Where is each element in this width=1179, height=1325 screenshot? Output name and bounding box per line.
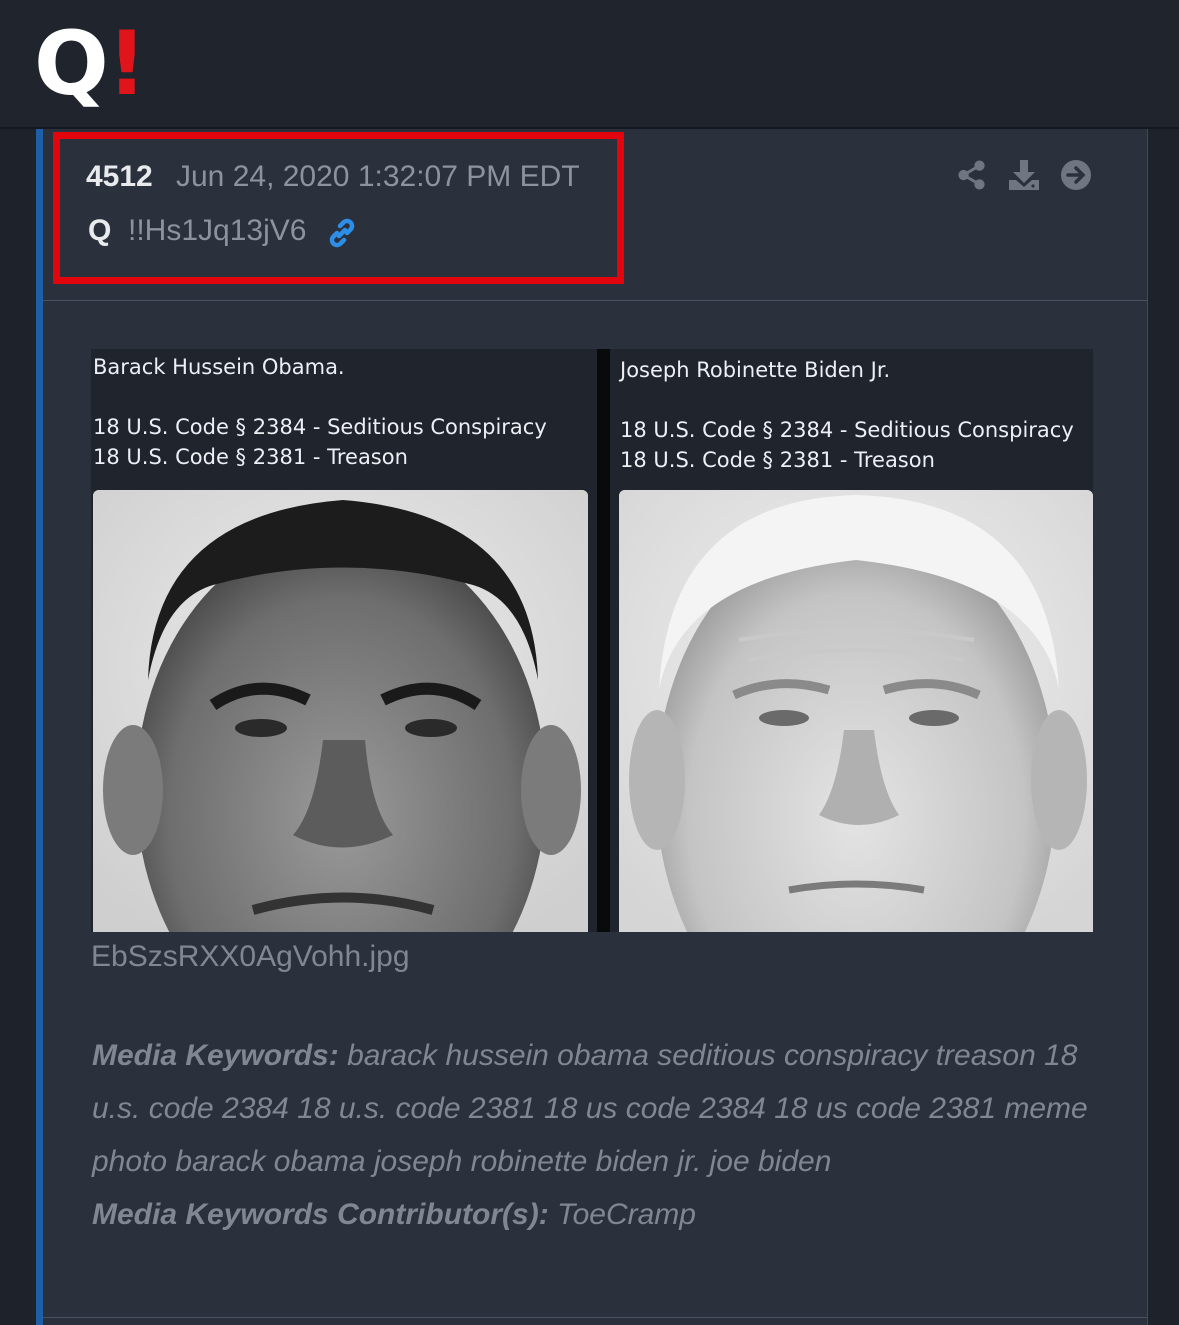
panel-caption: Joseph Robinette Biden Jr. 18 U.S. Code … bbox=[610, 349, 1093, 491]
image-panel-right: Joseph Robinette Biden Jr. 18 U.S. Code … bbox=[610, 349, 1093, 932]
portrait-photo bbox=[93, 490, 588, 932]
top-bar: Q ! bbox=[0, 0, 1179, 129]
contributor-label: Media Keywords Contributor(s): bbox=[92, 1198, 549, 1231]
highlight-annotation bbox=[53, 132, 624, 284]
media-keywords: Media Keywords: barack hussein obama sed… bbox=[92, 1029, 1092, 1241]
post-number[interactable]: 4512 bbox=[86, 160, 153, 194]
post-image[interactable]: Barack Hussein Obama. 18 U.S. Code § 238… bbox=[91, 349, 1093, 932]
link-icon[interactable] bbox=[324, 215, 360, 251]
post-actions bbox=[956, 158, 1092, 192]
post-header: 4512 Jun 24, 2020 1:32:07 PM EDT Q !!Hs1… bbox=[43, 129, 1147, 301]
post-timestamp: Jun 24, 2020 1:32:07 PM EDT bbox=[176, 160, 580, 193]
caption-code-line: 18 U.S. Code § 2381 - Treason bbox=[620, 448, 935, 472]
share-icon[interactable] bbox=[956, 158, 988, 192]
post-divider bbox=[43, 1317, 1147, 1318]
panel-caption: Barack Hussein Obama. 18 U.S. Code § 238… bbox=[91, 349, 597, 491]
logo-letter: Q bbox=[34, 12, 109, 115]
post-card: 4512 Jun 24, 2020 1:32:07 PM EDT Q !!Hs1… bbox=[36, 129, 1148, 1325]
image-filename[interactable]: EbSzsRXX0AgVohh.jpg bbox=[91, 940, 410, 974]
post-tripcode: !!Hs1Jq13jV6 bbox=[128, 214, 307, 247]
caption-code-line: 18 U.S. Code § 2384 - Seditious Conspira… bbox=[620, 418, 1074, 442]
caption-code-line: 18 U.S. Code § 2384 - Seditious Conspira… bbox=[93, 415, 547, 439]
keywords-label: Media Keywords: bbox=[92, 1039, 339, 1072]
portrait-photo bbox=[619, 490, 1093, 932]
image-divider bbox=[597, 349, 610, 932]
q-logo[interactable]: Q ! bbox=[34, 14, 147, 114]
post-author: Q bbox=[88, 214, 112, 247]
arrow-right-circle-icon[interactable] bbox=[1060, 158, 1092, 192]
image-panel-left: Barack Hussein Obama. 18 U.S. Code § 238… bbox=[91, 349, 597, 932]
caption-code-line: 18 U.S. Code § 2381 - Treason bbox=[93, 445, 408, 469]
download-icon[interactable] bbox=[1008, 158, 1040, 192]
caption-name: Joseph Robinette Biden Jr. bbox=[620, 358, 891, 382]
logo-mark: ! bbox=[106, 12, 147, 115]
caption-name: Barack Hussein Obama. bbox=[93, 355, 345, 379]
contributor-name: ToeCramp bbox=[548, 1198, 696, 1231]
